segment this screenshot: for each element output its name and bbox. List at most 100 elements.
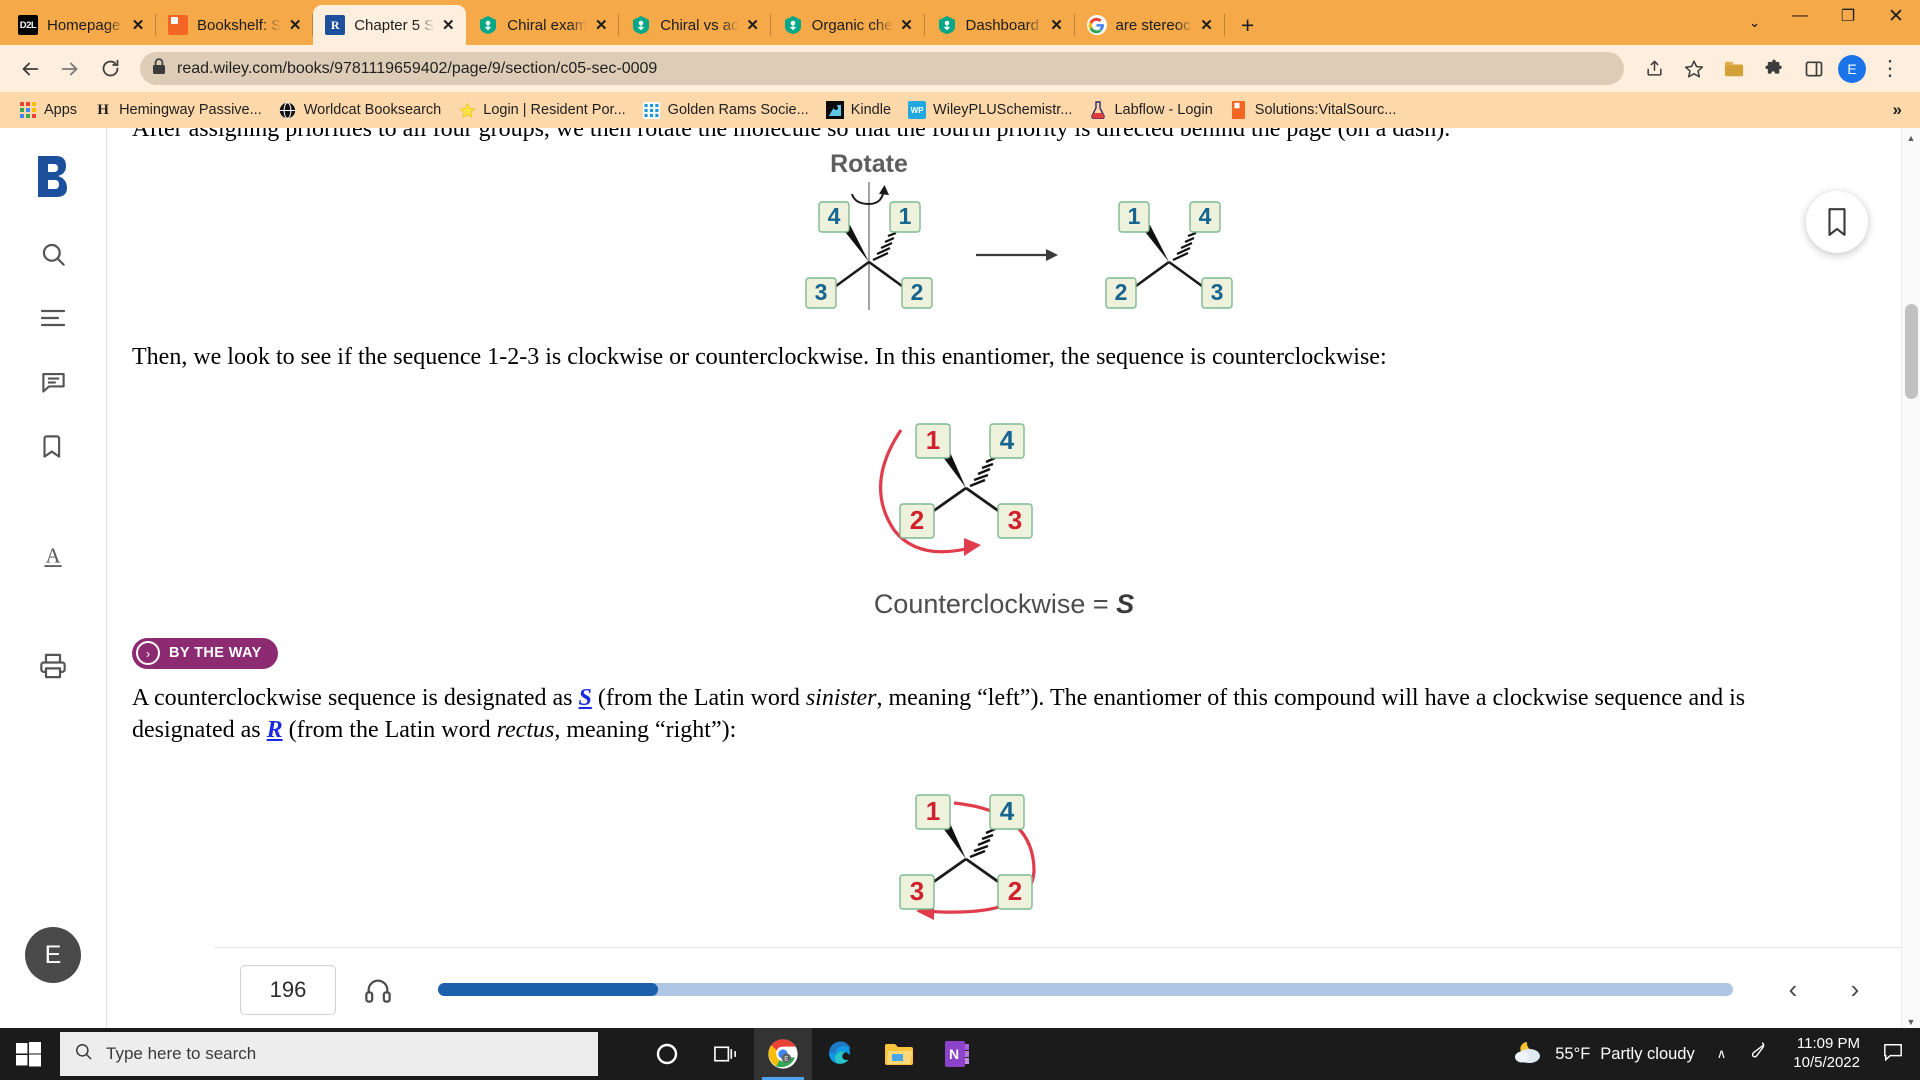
taskbar-clock[interactable]: 11:09 PM 10/5/2022 (1793, 1035, 1860, 1073)
bookmark-label: WileyPLUSchemistr... (933, 102, 1073, 118)
puzzle-icon[interactable] (1757, 52, 1791, 86)
d2l-icon: D2L (18, 15, 38, 35)
taskbar-search-box[interactable]: Type here to search (60, 1032, 598, 1076)
system-tray: 55°F Partly cloudy ∧ 11:09 PM 10/5/2022 (1511, 1028, 1920, 1080)
bookmark-apps[interactable]: Apps (12, 96, 84, 124)
bookmark-wileyplus[interactable]: WP WileyPLUSchemistr... (901, 96, 1079, 124)
label-4-top-right: 4 (1199, 203, 1212, 229)
search-icon[interactable] (27, 228, 79, 280)
tab-close-icon[interactable]: ✕ (743, 15, 763, 35)
reading-progress-bar[interactable] (438, 983, 1733, 996)
windows-taskbar: Type here to search E N 55°F Partly clou… (0, 1028, 1920, 1080)
browser-tab-organic-chemistry[interactable]: Organic che ✕ (771, 5, 925, 45)
google-chrome-icon[interactable]: E (754, 1028, 812, 1080)
bookmark-golden-rams[interactable]: Golden Rams Socie... (636, 96, 816, 124)
notes-icon[interactable] (27, 356, 79, 408)
file-explorer-icon[interactable] (870, 1028, 928, 1080)
tab-close-icon[interactable]: ✕ (438, 15, 458, 35)
star-icon[interactable] (1677, 52, 1711, 86)
browser-tab-bookshelf[interactable]: Bookshelf: S ✕ (156, 5, 314, 45)
side-panel-icon[interactable] (1797, 52, 1831, 86)
label-3-bottom-left: 3 (815, 279, 828, 305)
vitalsource-icon (1230, 101, 1248, 119)
weather-widget[interactable]: 55°F Partly cloudy (1511, 1039, 1695, 1070)
notification-icon[interactable] (1882, 1042, 1904, 1067)
scrollbar-thumb[interactable] (1905, 304, 1918, 399)
bookmark-resident-portal[interactable]: Login | Resident Por... (451, 96, 632, 124)
profile-avatar[interactable]: E (1838, 54, 1866, 83)
figure-ccw-caption-text: Counterclockwise = (873, 588, 1117, 619)
tab-separator (1223, 14, 1225, 36)
page-number-input[interactable]: 196 (240, 964, 336, 1015)
reload-button[interactable] (93, 52, 127, 86)
worldcat-globe-icon (279, 101, 297, 119)
bookmark-vitalsource-solutions[interactable]: Solutions:VitalSourc... (1223, 96, 1404, 124)
by-the-way-badge[interactable]: › BY THE WAY (132, 637, 278, 669)
minimize-button[interactable]: — (1776, 0, 1824, 32)
font-icon[interactable]: A (27, 530, 79, 582)
windows-logo-icon[interactable] (0, 1028, 56, 1080)
p2-part-4: (from the Latin word (282, 716, 497, 743)
tab-close-icon[interactable]: ✕ (591, 15, 611, 35)
taskbar-search-placeholder: Type here to search (106, 1044, 257, 1063)
mcgraw-hill-icon (631, 15, 651, 35)
close-window-button[interactable]: ✕ (1872, 0, 1920, 32)
tab-close-icon[interactable]: ✕ (897, 15, 917, 35)
page-bookmark-button[interactable] (1806, 191, 1868, 253)
share-icon[interactable] (1637, 52, 1671, 86)
browser-tab-chapter-5[interactable]: Chapter 5 S ✕ (313, 5, 467, 45)
bookmark-labflow[interactable]: Labflow - Login (1082, 96, 1219, 124)
reader-avatar[interactable]: E (25, 927, 81, 983)
bookmark-hemingway[interactable]: H Hemingway Passive... (87, 96, 269, 124)
new-tab-button[interactable]: + (1233, 10, 1263, 40)
tab-close-icon[interactable]: ✕ (1047, 15, 1067, 35)
pen-icon[interactable] (1750, 1041, 1769, 1068)
microsoft-edge-icon[interactable] (812, 1028, 870, 1080)
figure-rotate-svg: .nbox { fill:#eef2dd; stroke:#7cba90; st… (805, 150, 1233, 310)
label-2-bottom-left: 2 (1115, 279, 1128, 305)
scroll-up-button[interactable]: ▲ (1902, 128, 1920, 147)
print-icon[interactable] (27, 640, 79, 692)
cortana-icon[interactable] (638, 1028, 696, 1080)
onenote-icon[interactable]: N (928, 1028, 986, 1080)
bookmark-kindle[interactable]: Kindle (819, 96, 898, 124)
chrome-menu-button[interactable]: ⋮ (1873, 52, 1907, 86)
bookmark-label: Worldcat Booksearch (303, 102, 442, 118)
tab-close-icon[interactable]: ✕ (1197, 15, 1217, 35)
next-page-button[interactable]: › (1835, 970, 1875, 1010)
bookmarks-overflow-button[interactable]: » (1893, 100, 1908, 120)
tab-title: Homepage (47, 16, 121, 34)
term-r[interactable]: R (267, 717, 283, 743)
show-hidden-icons-button[interactable]: ∧ (1717, 1046, 1727, 1062)
tab-close-icon[interactable]: ✕ (128, 15, 148, 35)
labflow-icon (1089, 101, 1107, 119)
browser-tab-chiral-vs-achiral[interactable]: Chiral vs ac ✕ (619, 5, 771, 45)
tab-close-icon[interactable]: ✕ (285, 15, 305, 35)
headphones-icon[interactable] (358, 970, 398, 1010)
browser-tab-chiral-exam[interactable]: Chiral exam ✕ (466, 5, 620, 45)
label-2-bottom-left: 2 (910, 505, 924, 535)
browser-tab-are-stereocenters[interactable]: are stereoc ✕ (1075, 5, 1225, 45)
page-scrollbar[interactable]: ▲ ▼ (1901, 128, 1920, 1031)
forward-button[interactable] (53, 52, 87, 86)
chevron-down-icon[interactable]: ⌄ (1749, 15, 1760, 31)
svg-text:A: A (46, 546, 61, 568)
mcgraw-hill-icon (783, 15, 803, 35)
downloads-icon[interactable] (1717, 52, 1751, 86)
browser-tab-homepage[interactable]: D2L Homepage ✕ (6, 5, 156, 45)
browser-tab-dashboard[interactable]: Dashboard ✕ (925, 5, 1075, 45)
maximize-button[interactable]: ❐ (1824, 0, 1872, 32)
task-view-icon[interactable] (696, 1028, 754, 1080)
previous-page-button[interactable]: ‹ (1773, 970, 1813, 1010)
lock-icon (152, 57, 166, 80)
address-bar[interactable]: read.wiley.com/books/9781119659402/page/… (140, 52, 1624, 85)
wiley-reader-logo[interactable] (27, 150, 79, 202)
figure-ccw-caption-symbol: S (1116, 588, 1135, 619)
figure-ccw-svg: .nbox2 { fill:#eef2dd; stroke:#7cba90; s… (878, 423, 1033, 556)
bookmark-worldcat[interactable]: Worldcat Booksearch (272, 96, 449, 124)
contents-icon[interactable] (27, 292, 79, 344)
bookmarks-icon[interactable] (27, 420, 79, 472)
tab-title: are stereoc (1115, 16, 1191, 34)
back-button[interactable] (13, 52, 47, 86)
term-s[interactable]: S (579, 685, 592, 711)
